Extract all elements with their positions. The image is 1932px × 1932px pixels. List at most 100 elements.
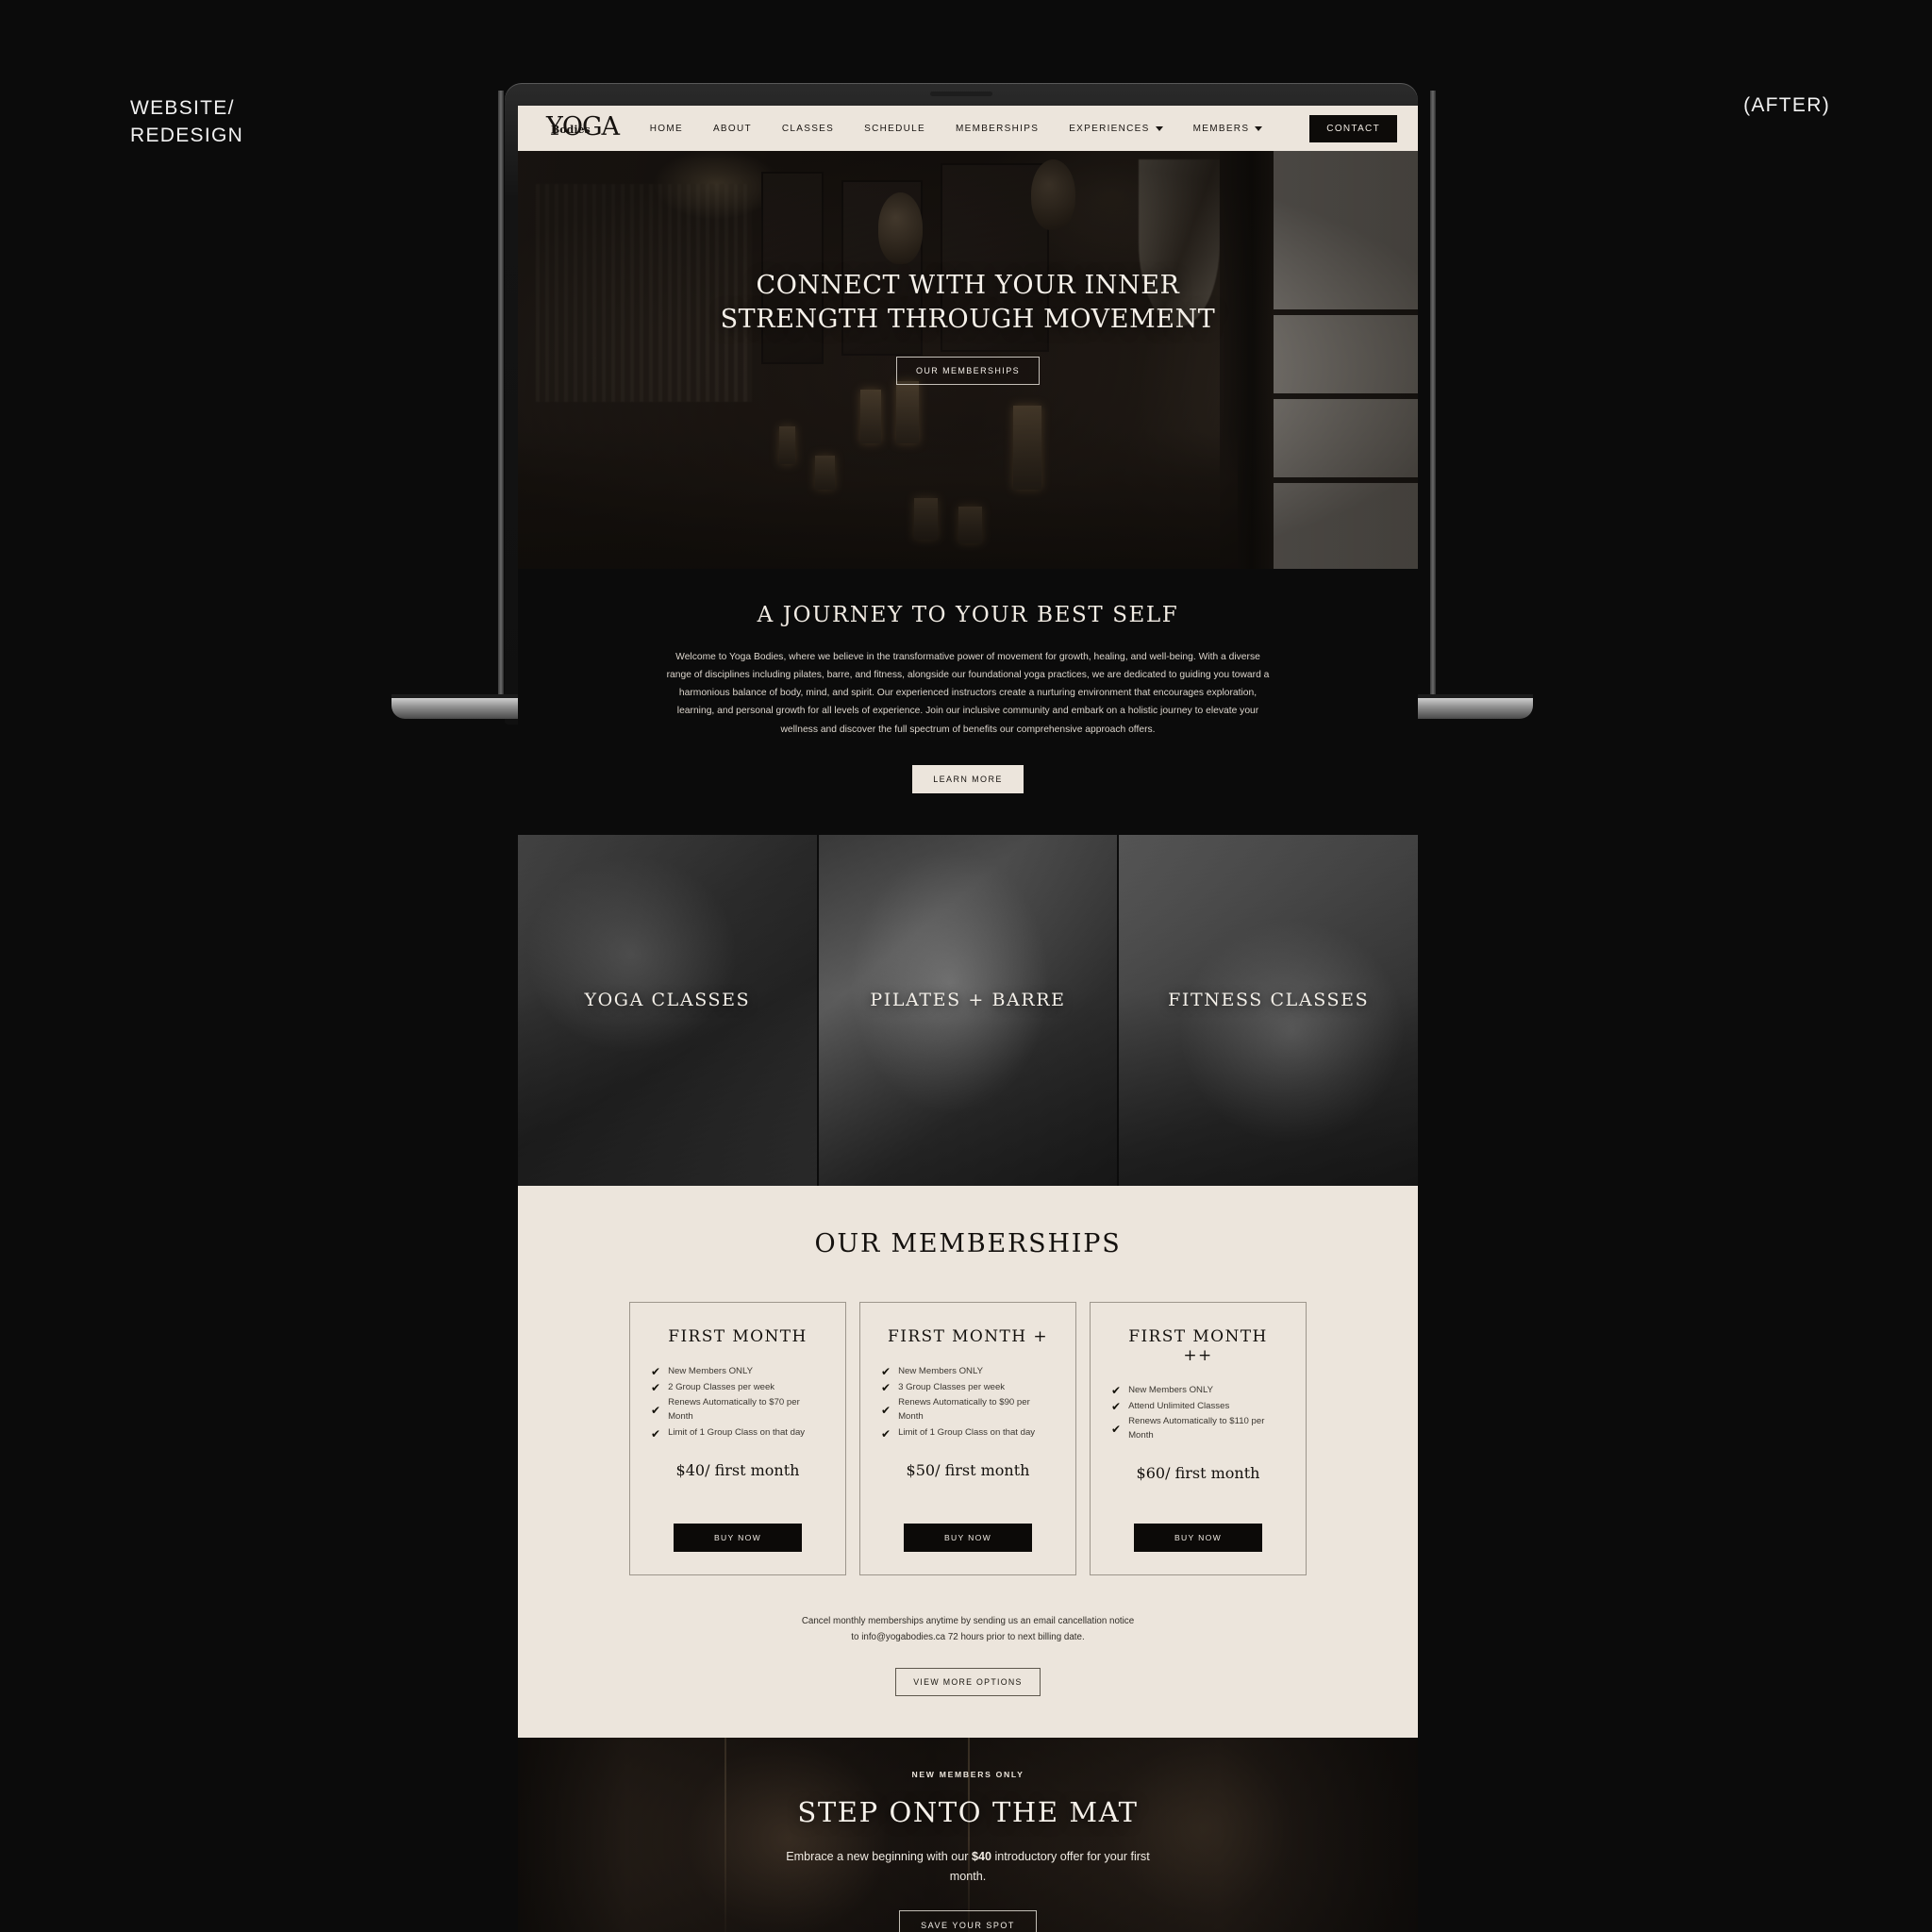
- plan-feature: ✔ Renews Automatically to $90 per Month: [881, 1396, 1055, 1424]
- check-icon: ✔: [881, 1426, 891, 1441]
- cta-title: STEP ONTO THE MAT: [797, 1795, 1139, 1828]
- check-icon: ✔: [1111, 1423, 1122, 1437]
- check-icon: ✔: [881, 1365, 891, 1379]
- plan-title: FIRST MONTH: [668, 1326, 808, 1346]
- navbar-links: HOME ABOUT CLASSES SCHEDULE MEMBERSHIPS …: [650, 114, 1397, 142]
- category-tile-yoga[interactable]: YOGA CLASSES: [518, 834, 817, 1186]
- plan-feature-label: Attend Unlimited Classes: [1128, 1400, 1230, 1411]
- plan-feature-list: ✔ New Members ONLY ✔ 2 Group Classes per w…: [651, 1365, 824, 1442]
- save-your-spot-button[interactable]: SAVE YOUR SPOT: [899, 1909, 1037, 1932]
- plan-feature-list: ✔ New Members ONLY ✔ 3 Group Classes per w…: [881, 1365, 1055, 1442]
- pricing-card-first-month-plus[interactable]: FIRST MONTH + ✔ New Members ONLY ✔ 3 Group…: [859, 1301, 1076, 1575]
- annotation-after: (AFTER): [1743, 94, 1830, 116]
- memberships-section: OUR MEMBERSHIPS FIRST MONTH ✔ New Members…: [518, 1185, 1418, 1738]
- nav-item-memberships[interactable]: MEMBERSHIPS: [956, 124, 1039, 134]
- hero-content: CONNECT WITH YOUR INNER STRENGTH THROUGH…: [518, 269, 1418, 386]
- website-mockup: YOGA Bodies HOME ABOUT CLASSES SCHEDULE …: [518, 106, 1419, 1932]
- plan-feature-label: Limit of 1 Group Class on that day: [898, 1427, 1036, 1439]
- check-icon: ✔: [881, 1404, 891, 1418]
- category-tile-pilates-barre[interactable]: PILATES + BARRE: [816, 834, 1118, 1186]
- cancellation-note-line-2: to info@yogabodies.ca 72 hours prior to …: [851, 1631, 1085, 1642]
- hero-memberships-button[interactable]: OUR MEMBERSHIPS: [895, 357, 1040, 386]
- buy-now-button[interactable]: BUY NOW: [1134, 1523, 1262, 1552]
- plan-feature-label: New Members ONLY: [668, 1365, 753, 1376]
- pricing-card-first-month-plus-plus[interactable]: FIRST MONTH ++ ✔ New Members ONLY ✔ Attend…: [1090, 1301, 1307, 1575]
- nav-item-about[interactable]: ABOUT: [713, 124, 752, 134]
- cta-section: NEW MEMBERS ONLY STEP ONTO THE MAT Embra…: [518, 1737, 1418, 1932]
- poster-canvas: WEBSITE/ REDESIGN (AFTER) YOGA Bodies HO…: [0, 0, 1932, 1932]
- laptop-stand-right: [1430, 91, 1436, 702]
- plan-feature: ✔ New Members ONLY: [1111, 1384, 1285, 1398]
- plan-feature: ✔ Renews Automatically to $110 per Month: [1111, 1415, 1285, 1443]
- cta-content: NEW MEMBERS ONLY STEP ONTO THE MAT Embra…: [518, 1770, 1418, 1932]
- plan-feature: ✔ Renews Automatically to $70 per Month: [651, 1396, 824, 1424]
- hero-title: CONNECT WITH YOUR INNER STRENGTH THROUGH…: [518, 269, 1418, 336]
- category-tiles: YOGA CLASSES PILATES + BARRE FITNESS CLA…: [518, 834, 1419, 1186]
- plan-title: FIRST MONTH +: [888, 1326, 1048, 1346]
- check-icon: ✔: [881, 1380, 891, 1394]
- category-label: YOGA CLASSES: [584, 989, 751, 1010]
- site-navbar: YOGA Bodies HOME ABOUT CLASSES SCHEDULE …: [518, 106, 1418, 151]
- cta-subtitle-price: $40: [971, 1849, 991, 1863]
- pricing-plans: FIRST MONTH ✔ New Members ONLY ✔ 2 Group C…: [518, 1301, 1418, 1575]
- nav-contact-button[interactable]: CONTACT: [1309, 114, 1397, 142]
- hero-title-line-2: STRENGTH THROUGH MOVEMENT: [720, 304, 1216, 334]
- nav-item-label: SCHEDULE: [864, 123, 925, 134]
- buy-now-button[interactable]: BUY NOW: [904, 1523, 1032, 1552]
- nav-item-classes[interactable]: CLASSES: [782, 124, 834, 134]
- plan-feature-label: Renews Automatically to $70 per Month: [668, 1397, 800, 1423]
- plan-feature-label: Renews Automatically to $90 per Month: [898, 1397, 1030, 1423]
- journey-section: A JOURNEY TO YOUR BEST SELF Welcome to Y…: [518, 569, 1418, 835]
- nav-item-experiences[interactable]: EXPERIENCES: [1069, 124, 1163, 134]
- check-icon: ✔: [1111, 1399, 1122, 1413]
- category-tile-fitness[interactable]: FITNESS CLASSES: [1117, 834, 1419, 1186]
- plan-feature-label: 3 Group Classes per week: [898, 1381, 1006, 1392]
- plan-feature: ✔ Limit of 1 Group Class on that day: [881, 1426, 1055, 1441]
- brand-logo[interactable]: YOGA Bodies: [546, 112, 625, 144]
- category-label: FITNESS CLASSES: [1168, 989, 1370, 1010]
- plan-price: $60/ first month: [1136, 1464, 1260, 1483]
- plan-price: $40/ first month: [675, 1461, 800, 1479]
- chevron-down-icon: [1255, 125, 1263, 131]
- plan-feature: ✔ New Members ONLY: [881, 1365, 1055, 1379]
- check-icon: ✔: [651, 1426, 661, 1441]
- cta-subtitle: Embrace a new beginning with our $40 int…: [770, 1847, 1166, 1888]
- nav-item-label: HOME: [649, 123, 683, 134]
- nav-item-label: CLASSES: [781, 123, 835, 134]
- laptop-camera-icon: [930, 92, 992, 96]
- plan-feature-label: 2 Group Classes per week: [668, 1381, 775, 1392]
- annotation-website-redesign: WEBSITE/ REDESIGN: [130, 97, 244, 147]
- nav-item-home[interactable]: HOME: [650, 124, 683, 134]
- plan-feature: ✔ New Members ONLY: [651, 1365, 824, 1379]
- plan-feature: ✔ Limit of 1 Group Class on that day: [651, 1426, 824, 1441]
- check-icon: ✔: [1111, 1384, 1122, 1398]
- pricing-card-first-month[interactable]: FIRST MONTH ✔ New Members ONLY ✔ 2 Group C…: [629, 1301, 846, 1575]
- learn-more-button[interactable]: LEARN MORE: [912, 764, 1024, 793]
- nav-item-label: ABOUT: [712, 123, 752, 134]
- check-icon: ✔: [651, 1380, 661, 1394]
- cancellation-note: Cancel monthly memberships anytime by se…: [518, 1613, 1418, 1645]
- view-more-options-button[interactable]: VIEW MORE OPTIONS: [895, 1667, 1041, 1696]
- chevron-down-icon: [1155, 125, 1163, 131]
- plan-title: FIRST MONTH ++: [1128, 1326, 1268, 1365]
- buy-now-button[interactable]: BUY NOW: [674, 1523, 802, 1552]
- cta-eyebrow: NEW MEMBERS ONLY: [911, 1769, 1024, 1779]
- plan-feature-list: ✔ New Members ONLY ✔ Attend Unlimited Clas…: [1111, 1384, 1285, 1445]
- cancellation-note-line-1: Cancel monthly memberships anytime by se…: [801, 1615, 1135, 1626]
- check-icon: ✔: [651, 1404, 661, 1418]
- plan-feature: ✔ 2 Group Classes per week: [651, 1381, 824, 1395]
- plan-price: $50/ first month: [906, 1461, 1030, 1479]
- plan-feature: ✔ Attend Unlimited Classes: [1111, 1400, 1285, 1414]
- cta-subtitle-before: Embrace a new beginning with our: [786, 1849, 972, 1863]
- plan-feature-label: Limit of 1 Group Class on that day: [668, 1427, 806, 1439]
- hero-title-line-1: CONNECT WITH YOUR INNER: [756, 271, 1180, 300]
- nav-item-schedule[interactable]: SCHEDULE: [864, 124, 925, 134]
- plan-feature-label: New Members ONLY: [898, 1365, 983, 1376]
- nav-item-label: MEMBERSHIPS: [955, 123, 1040, 134]
- category-label: PILATES + BARRE: [870, 989, 1066, 1010]
- memberships-heading: OUR MEMBERSHIPS: [814, 1228, 1122, 1258]
- hero-section: CONNECT WITH YOUR INNER STRENGTH THROUGH…: [518, 151, 1418, 569]
- journey-heading: A JOURNEY TO YOUR BEST SELF: [757, 603, 1179, 627]
- nav-item-members[interactable]: MEMBERS: [1193, 124, 1263, 134]
- laptop-stand-left: [498, 91, 504, 702]
